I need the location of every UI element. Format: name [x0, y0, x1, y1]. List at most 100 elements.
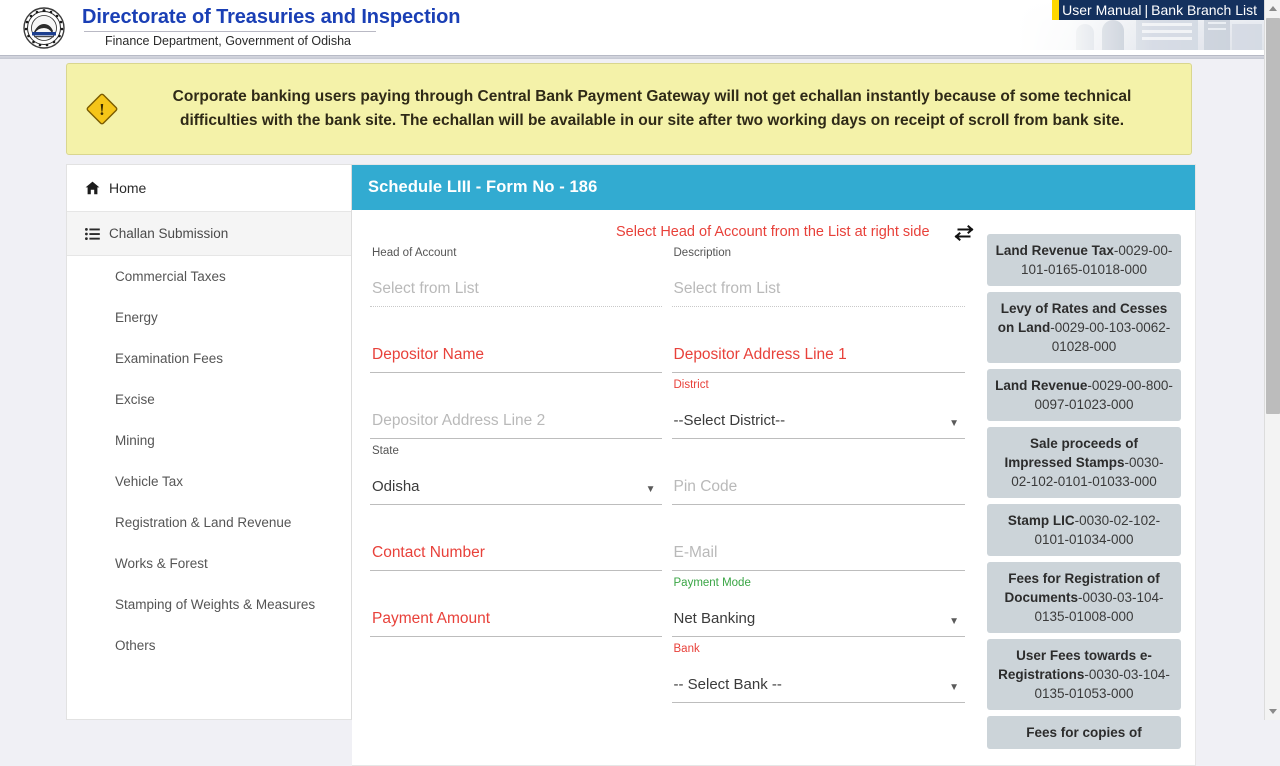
list-item[interactable]: Fees for Registration of Documents-0030-…	[987, 562, 1181, 633]
bank-branch-list-link[interactable]: Bank Branch List	[1148, 0, 1260, 20]
empty-slot	[370, 642, 662, 708]
sidebar-item-works-forest[interactable]: Works & Forest	[67, 543, 351, 584]
account-name: Stamp LIC	[1007, 513, 1075, 528]
scrollbar-thumb[interactable]	[1266, 18, 1280, 414]
description-label: Description	[673, 247, 732, 259]
brand-block: Directorate of Treasuries and Inspection…	[82, 5, 460, 49]
state-underline	[370, 504, 662, 505]
odisha-state-emblem-icon	[20, 6, 68, 50]
account-name: Land Revenue Tax	[995, 243, 1114, 258]
state-field[interactable]: State Odisha ▼	[370, 444, 662, 510]
account-name: Sale proceeds of Impressed Stamps	[1004, 436, 1139, 470]
top-links-bar: User Manual | Bank Branch List	[1052, 0, 1264, 20]
sidebar-item-others[interactable]: Others	[67, 625, 351, 666]
chevron-down-icon: ▼	[949, 682, 959, 693]
svg-text:!: !	[99, 100, 105, 119]
pin-code-field[interactable]: Pin Code	[671, 444, 965, 510]
depositor-address-1-label: Depositor Address Line 1	[673, 346, 847, 363]
head-of-account-label: Head of Account	[372, 247, 457, 259]
chevron-down-icon: ▼	[949, 616, 959, 627]
email-field[interactable]: E-Mail	[671, 510, 965, 576]
list-item[interactable]: Land Revenue Tax-0029-00-101-0165-01018-…	[987, 234, 1181, 286]
depositor-name-label: Depositor Name	[372, 346, 484, 363]
sidebar-item-challan-submission[interactable]: Challan Submission	[67, 212, 351, 256]
page-scrollbar[interactable]	[1264, 0, 1280, 720]
brand-divider	[84, 31, 376, 32]
sidebar-item-energy[interactable]: Energy	[67, 297, 351, 338]
bank-field[interactable]: Bank -- Select Bank -- ▼	[671, 642, 965, 708]
sidebar-item-commercial-taxes[interactable]: Commercial Taxes	[67, 256, 351, 297]
scroll-down-arrow-icon[interactable]	[1265, 703, 1280, 720]
payment-amount-underline	[370, 636, 662, 637]
pin-code-underline	[671, 504, 965, 505]
sidebar-item-registration-land-revenue[interactable]: Registration & Land Revenue	[67, 502, 351, 543]
contact-number-underline	[370, 570, 662, 571]
payment-mode-label: Payment Mode	[673, 577, 751, 589]
description-underline	[671, 306, 965, 307]
district-underline	[671, 438, 965, 439]
head-of-account-hint: Select Head of Account from the List at …	[616, 224, 930, 240]
depositor-address-2-placeholder: Depositor Address Line 2	[372, 412, 546, 429]
payment-mode-value: Net Banking	[673, 610, 756, 627]
district-field[interactable]: District --Select District-- ▼	[671, 378, 965, 444]
list-item[interactable]: Stamp LIC-0030-02-102-0101-01034-000	[987, 504, 1181, 556]
brand-title: Directorate of Treasuries and Inspection	[82, 6, 461, 28]
state-label: State	[372, 445, 399, 457]
payment-mode-field[interactable]: Payment Mode Net Banking ▼	[671, 576, 965, 642]
depositor-address-1-field[interactable]: Depositor Address Line 1	[671, 312, 965, 378]
pin-code-placeholder: Pin Code	[673, 478, 738, 495]
list-item[interactable]: Levy of Rates and Cesses on Land-0029-00…	[987, 292, 1181, 363]
depositor-address-2-underline	[370, 438, 662, 439]
list-item[interactable]: Land Revenue-0029-00-800-0097-01023-000	[987, 369, 1181, 421]
warning-diamond-icon: !	[77, 92, 127, 126]
depositor-address-1-underline	[671, 372, 965, 373]
sidebar-item-vehicle-tax[interactable]: Vehicle Tax	[67, 461, 351, 502]
sidebar-item-mining[interactable]: Mining	[67, 420, 351, 461]
description-value: Select from List	[673, 280, 781, 297]
description-field[interactable]: Description Select from List	[671, 246, 965, 312]
form-title: Schedule LIII - Form No - 186	[352, 165, 1195, 210]
head-of-account-list: Land Revenue Tax-0029-00-101-0165-01018-…	[979, 224, 1195, 765]
user-manual-link[interactable]: User Manual	[1059, 0, 1144, 20]
main-content: Home Challan Submission Commercial Taxes…	[66, 164, 1196, 766]
head-of-account-underline	[370, 306, 662, 307]
contact-number-label: Contact Number	[372, 544, 485, 561]
bank-value: -- Select Bank --	[673, 676, 782, 693]
contact-number-field[interactable]: Contact Number	[370, 510, 662, 576]
payment-amount-field[interactable]: Payment Amount	[370, 576, 662, 642]
list-icon	[85, 227, 100, 240]
top-links-accent	[1052, 0, 1060, 20]
list-item[interactable]: Sale proceeds of Impressed Stamps-0030-0…	[987, 427, 1181, 498]
account-code: -0029-00-103-0062-01028-000	[1050, 320, 1171, 354]
sidebar-item-examination-fees[interactable]: Examination Fees	[67, 338, 351, 379]
email-underline	[671, 570, 965, 571]
sidebar-section-label: Challan Submission	[109, 226, 229, 241]
sidebar-item-home[interactable]: Home	[67, 165, 351, 212]
depositor-address-2-field[interactable]: Depositor Address Line 2	[370, 378, 662, 444]
header-bottom-rule	[0, 55, 1264, 59]
list-item[interactable]: User Fees towards e-Registrations-0030-0…	[987, 639, 1181, 710]
swap-horizontal-icon[interactable]	[954, 224, 974, 246]
notice-banner: ! Corporate banking users paying through…	[66, 63, 1192, 155]
site-header: Directorate of Treasuries and Inspection…	[0, 0, 1264, 55]
payment-mode-underline	[671, 636, 965, 637]
district-label: District	[673, 379, 709, 391]
home-icon	[85, 181, 100, 195]
sidebar-navigation: Home Challan Submission Commercial Taxes…	[66, 164, 352, 720]
sidebar-item-stamping-weights-measures[interactable]: Stamping of Weights & Measures	[67, 584, 351, 625]
head-of-account-value: Select from List	[372, 280, 479, 297]
notice-text: Corporate banking users paying through C…	[172, 88, 1132, 129]
account-name: Fees for copies of	[1026, 725, 1142, 740]
list-item[interactable]: Fees for copies of	[987, 716, 1181, 749]
scroll-up-arrow-icon[interactable]	[1265, 0, 1280, 17]
depositor-name-underline	[370, 372, 662, 373]
payment-amount-label: Payment Amount	[372, 610, 491, 627]
account-name: Land Revenue	[995, 378, 1088, 393]
depositor-name-field[interactable]: Depositor Name	[370, 312, 662, 378]
head-of-account-field[interactable]: Head of Account Select from List	[370, 246, 662, 312]
bank-underline	[671, 702, 965, 703]
bank-label: Bank	[673, 643, 700, 655]
sidebar-home-label: Home	[109, 180, 147, 196]
challan-form-card: Schedule LIII - Form No - 186 Select Hea…	[352, 164, 1196, 766]
sidebar-item-excise[interactable]: Excise	[67, 379, 351, 420]
